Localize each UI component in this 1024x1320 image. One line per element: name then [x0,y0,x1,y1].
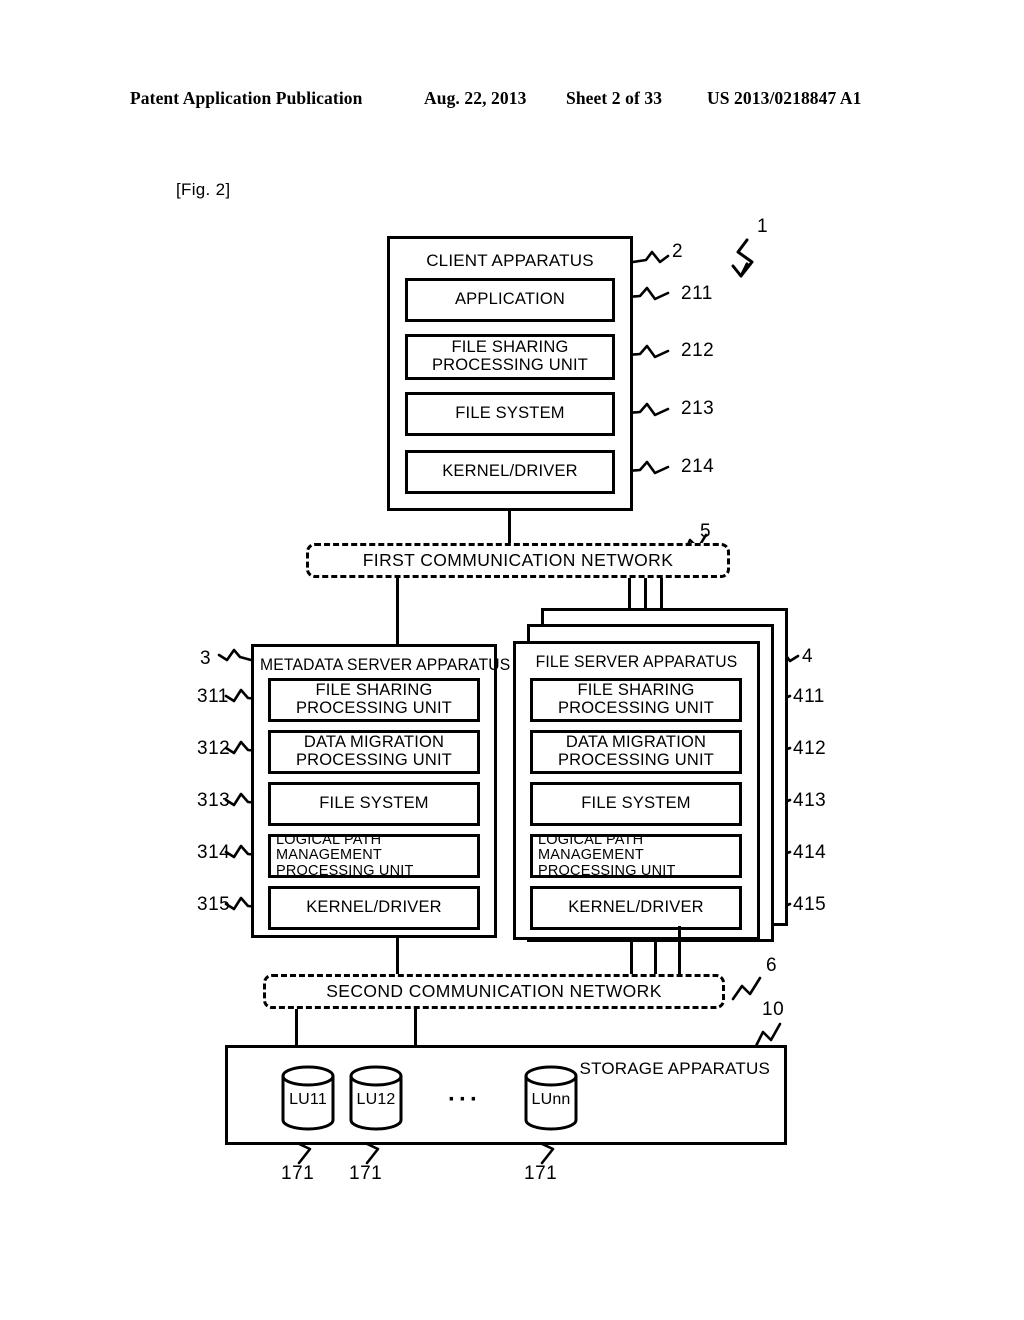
client-file-system-box: FILE SYSTEM [405,392,615,436]
ref-411: 411 [793,686,825,707]
client-application-box: APPLICATION [405,278,615,322]
header-sheet-text: Sheet 2 of 33 [566,88,663,108]
client-application-label: APPLICATION [454,290,566,309]
logical-unit-lu11: LU11 [280,1065,336,1131]
file-server-logical-path-management-processing-unit-box: LOGICAL PATH MANAGEMENT PROCESSING UNIT [530,831,742,879]
ref-171-lu11: 171 [281,1163,315,1184]
ref-4: 4 [802,646,814,667]
ref-415: 415 [793,894,827,915]
metadata-file-sharing-processing-unit-box: FILE SHARING PROCESSING UNIT [268,678,480,722]
ref-212: 212 [681,340,715,361]
header-date-text: Aug. 22, 2013 [424,88,527,108]
file-server-file-sharing-processing-unit-box: FILE SHARING PROCESSING UNIT [530,678,742,722]
first-communication-network-label: FIRST COMMUNICATION NETWORK [362,550,674,570]
file-server-apparatus-title: FILE SERVER APPARATUS [535,653,738,671]
logical-unit-lu12-label: LU12 [356,1091,396,1108]
file-server-file-system-label: FILE SYSTEM [581,794,691,813]
ref-2: 2 [672,241,684,262]
ref-1: 1 [757,216,769,237]
metadata-data-migration-label: DATA MIGRATION PROCESSING UNIT [295,733,453,769]
metadata-file-system-box: FILE SYSTEM [268,782,480,826]
metadata-file-system-label: FILE SYSTEM [319,794,429,813]
file-server-data-migration-label: DATA MIGRATION PROCESSING UNIT [557,733,715,769]
file-server-file-sharing-label: FILE SHARING PROCESSING UNIT [557,681,715,717]
ref-213: 213 [681,398,715,419]
file-server-kernel-driver-label: KERNEL/DRIVER [568,898,704,917]
second-communication-network-label: SECOND COMMUNICATION NETWORK [326,981,662,1001]
first-communication-network-bar: FIRST COMMUNICATION NETWORK [306,543,730,578]
metadata-kernel-driver-box: KERNEL/DRIVER [268,886,480,930]
client-kernel-driver-box: KERNEL/DRIVER [405,450,615,494]
ref-412: 412 [793,738,827,759]
connector-second-network-to-storage-2 [414,1009,417,1045]
connector-metadata-server-to-second-network [396,938,399,976]
ref-10: 10 [762,999,785,1020]
connector-client-to-first-network [508,511,511,544]
ref-315: 315 [197,894,231,915]
metadata-logical-path-management-processing-unit-box: LOGICAL PATH MANAGEMENT PROCESSING UNIT [268,831,480,879]
logical-unit-lunn-label: LUnn [531,1091,571,1108]
volumes-ellipsis: ··· [448,1086,481,1113]
client-file-system-label: FILE SYSTEM [455,404,565,423]
metadata-file-sharing-label: FILE SHARING PROCESSING UNIT [295,681,453,717]
connector-file-server-to-second-network-1 [630,940,633,976]
file-server-kernel-driver-box: KERNEL/DRIVER [530,886,742,930]
second-communication-network-bar: SECOND COMMUNICATION NETWORK [263,974,725,1009]
metadata-data-migration-processing-unit-box: DATA MIGRATION PROCESSING UNIT [268,730,480,774]
ref-214: 214 [681,456,715,477]
client-file-sharing-processing-unit-box: FILE SHARING PROCESSING UNIT [405,334,615,380]
ref-6: 6 [766,955,778,976]
metadata-logical-path-label: LOGICAL PATH MANAGEMENT PROCESSING UNIT [276,831,414,879]
client-kernel-driver-label: KERNEL/DRIVER [442,462,578,481]
connector-file-server-to-second-network-2 [654,942,657,976]
file-server-file-system-box: FILE SYSTEM [530,782,742,826]
client-apparatus-title: CLIENT APPARATUS [426,251,594,270]
file-server-data-migration-processing-unit-box: DATA MIGRATION PROCESSING UNIT [530,730,742,774]
client-file-sharing-label: FILE SHARING PROCESSING UNIT [431,338,589,374]
connector-second-network-to-storage-1 [295,1009,298,1045]
header-publication-text: Patent Application Publication [130,88,363,108]
ref-414: 414 [793,842,827,863]
ref-171-lu12: 171 [349,1163,383,1184]
ref-314: 314 [197,842,231,863]
logical-unit-lu12: LU12 [348,1065,404,1131]
ref-312: 312 [197,738,231,759]
patent-figure-page: Patent Application Publication Aug. 22, … [0,0,1024,1320]
header-patent-number: US 2013/0218847 A1 [707,88,862,108]
logical-unit-lunn: LUnn [523,1065,579,1131]
ref-313: 313 [197,790,231,811]
ref-3: 3 [200,648,212,669]
connector-first-network-to-metadata-server [396,578,399,644]
logical-unit-lu11-label: LU11 [289,1091,327,1108]
connector-first-network-to-file-server-3 [660,578,663,611]
ref-5: 5 [700,521,712,542]
figure-label: [Fig. 2] [176,180,231,199]
connector-file-server-to-second-network-3 [678,926,681,976]
file-server-logical-path-label: LOGICAL PATH MANAGEMENT PROCESSING UNIT [538,831,676,879]
ref-413: 413 [793,790,827,811]
publication-header: Patent Application Publication Aug. 22, … [0,88,1024,114]
metadata-server-apparatus-title: METADATA SERVER APPARATUS [260,656,511,674]
metadata-kernel-driver-label: KERNEL/DRIVER [306,898,442,917]
ref-211: 211 [681,283,713,304]
ref-171-lunn: 171 [524,1163,558,1184]
ref-311: 311 [197,686,229,707]
